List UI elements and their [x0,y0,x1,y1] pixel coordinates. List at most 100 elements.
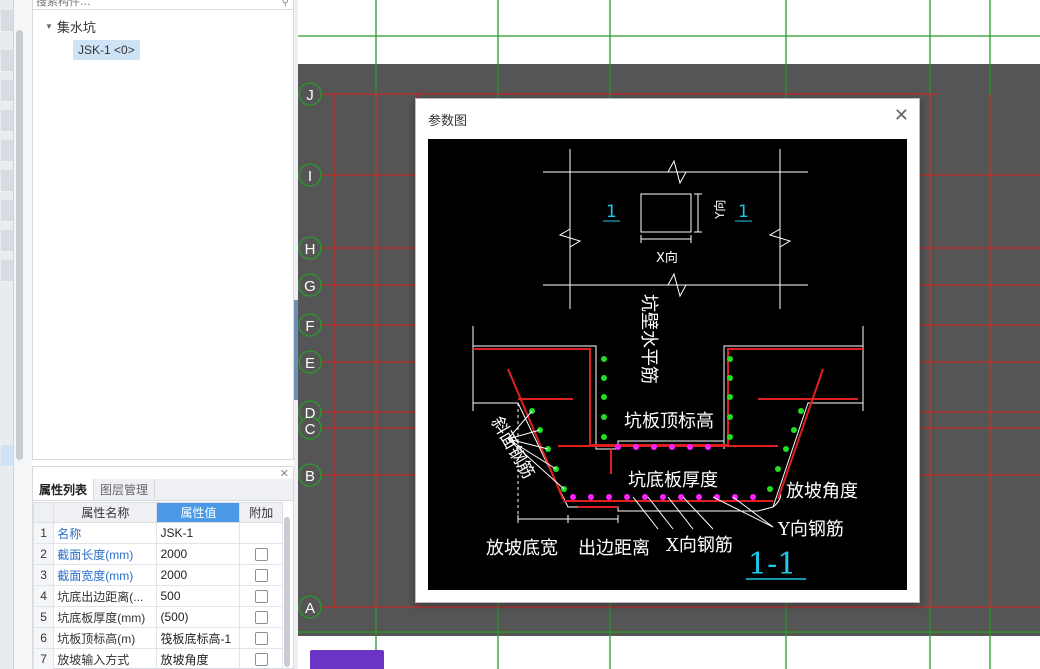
search-icon[interactable]: ⚲ [282,0,289,8]
property-value[interactable]: 500 [156,585,241,607]
diagram-drawing: X向 Y向 1 1 坑壁水平筋 坑板顶标高 斜面钢筋 坑底板厚度 放坡角度 Y向… [472,149,864,582]
toolbar-segment-active[interactable] [1,445,13,467]
row-number: 5 [32,606,55,628]
extra-checkbox[interactable] [254,653,268,667]
extra-cell [239,606,283,628]
toolbar-segment[interactable] [1,110,13,132]
axis-label-i: I [308,168,312,185]
property-name: 坑底出边距离(... [53,585,158,607]
toolbar-segment[interactable] [1,10,13,32]
property-name: 截面宽度(mm) [53,564,158,586]
property-value[interactable]: 筏板底标高-1 [156,627,241,649]
caret-down-icon[interactable]: ▼ [45,22,53,31]
table-row[interactable]: 7 放坡输入方式 放坡角度 [32,648,283,669]
section-mark-right: 1 [738,202,749,222]
search-input[interactable] [33,0,293,9]
axis-label-f: F [305,318,314,335]
dialog-title: 参数图 [428,113,468,128]
toolbar-segment[interactable] [1,230,13,252]
row-number: 6 [32,627,55,649]
property-name: 坑板顶标高(m) [53,627,158,649]
row-number: 1 [32,522,55,544]
axis-label-g: G [304,278,316,295]
slope-angle-label: 放坡角度 [786,481,858,502]
extra-checkbox[interactable] [254,569,268,583]
row-number: 7 [32,648,55,669]
gutter [14,0,32,669]
section-marks: 1 1 [606,202,749,222]
y-rebar-label: Y向钢筋 [777,519,844,540]
property-value[interactable]: 放坡角度 [156,648,241,669]
search-box: ⚲ [33,0,295,10]
table-row[interactable]: 2 截面长度(mm) 2000 [32,543,283,565]
x-direction-label: X向 [656,250,678,266]
row-number: 2 [32,543,55,565]
bottom-status-button[interactable] [310,650,384,669]
axis-label-h: H [305,241,316,258]
axis-label-a: A [305,600,315,617]
property-name: 截面长度(mm) [53,543,158,565]
properties-panel: ✕ 属性列表 图层管理 属性名称 属性值 附加 1 名称 JSK-1 2 截面长… [32,466,294,669]
tree-item-jsk1[interactable]: JSK-1 <0> [73,40,140,60]
extra-checkbox[interactable] [254,590,268,604]
axis-label-e: E [305,355,315,372]
row-number: 3 [32,564,55,586]
extra-cell [239,522,283,544]
slope-base-width-label: 放坡底宽 [486,538,558,559]
property-name: 名称 [53,522,158,544]
property-name: 放坡输入方式 [53,648,158,669]
table-row[interactable]: 5 坑底板厚度(mm) (500) [32,606,283,628]
extra-cell [239,648,283,669]
property-name: 坑底板厚度(mm) [53,606,158,628]
toolbar-segment[interactable] [1,200,13,222]
extra-cell [239,585,283,607]
section-mark-left: 1 [606,202,617,222]
table-row[interactable]: 1 名称 JSK-1 [32,522,283,544]
slab-thickness-label: 坑底板厚度 [628,470,718,491]
wall-rebar-label: 坑壁水平筋 [638,294,659,384]
header-extra: 附加 [239,502,283,523]
slab-top-elevation-label: 坑板顶标高 [624,411,714,432]
extra-cell [239,543,283,565]
axis-label-j: J [306,87,314,104]
tree-scrollbar[interactable] [16,30,23,460]
extra-cell [239,627,283,649]
left-toolbar [0,0,14,669]
properties-table: 属性名称 属性值 附加 1 名称 JSK-1 2 截面长度(mm) 2000 3… [32,502,283,669]
properties-scrollbar[interactable] [284,517,290,667]
x-rebar-label: X向钢筋 [666,535,733,556]
section-title: 1-1 [748,547,796,582]
extra-checkbox[interactable] [254,632,268,646]
component-tree-panel: ⚲ ▼ 集水坑 JSK-1 <0> [32,0,295,460]
header-name: 属性名称 [53,502,158,523]
extra-cell [239,564,283,586]
tree-node-label: 集水坑 [56,20,96,35]
tab-property-list[interactable]: 属性列表 [33,479,95,500]
tree-node-sump-pit[interactable]: ▼ 集水坑 [45,17,96,36]
axis-label-b: B [305,468,315,485]
property-value[interactable]: JSK-1 [156,522,241,544]
header-no [32,502,55,523]
axis-label-d: D [305,405,316,422]
property-value[interactable]: (500) [156,606,241,628]
parameter-diagram: X向 Y向 1 1 坑壁水平筋 坑板顶标高 斜面钢筋 坑底板厚度 放坡角度 Y向… [428,139,907,590]
close-icon[interactable]: ✕ [894,106,909,126]
extra-checkbox[interactable] [254,611,268,625]
plan-view [543,149,808,309]
table-row[interactable]: 6 坑板顶标高(m) 筏板底标高-1 [32,627,283,649]
toolbar-segment[interactable] [1,50,13,72]
tab-layer-manager[interactable]: 图层管理 [94,479,156,500]
parameter-diagram-dialog: 参数图 ✕ X向 Y向 1 1 坑壁水平筋 坑板顶标高 斜面钢筋 坑底板厚度 放… [415,98,920,603]
property-value[interactable]: 2000 [156,564,241,586]
axis-label-c: C [305,421,316,438]
table-row[interactable]: 3 截面宽度(mm) 2000 [32,564,283,586]
table-row[interactable]: 4 坑底出边距离(... 500 [32,585,283,607]
toolbar-segment[interactable] [1,170,13,192]
edge-distance-label: 出边距离 [578,538,650,559]
extra-checkbox[interactable] [254,548,268,562]
toolbar-segment[interactable] [1,260,13,282]
property-value[interactable]: 2000 [156,543,241,565]
toolbar-segment[interactable] [1,80,13,102]
row-number: 4 [32,585,55,607]
toolbar-segment[interactable] [1,140,13,162]
